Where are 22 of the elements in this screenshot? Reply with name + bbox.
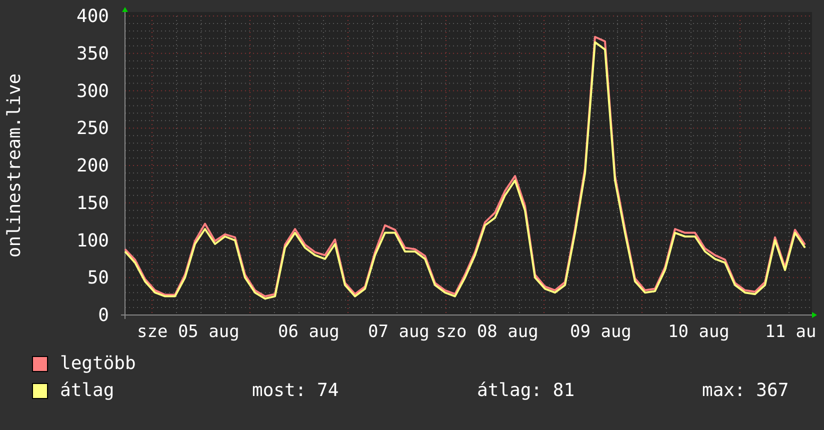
y-tick-label: 50	[87, 268, 109, 289]
stat-text: átlag: 81	[477, 380, 576, 401]
x-tick-label: 06 aug	[278, 322, 340, 342]
x-tick-label: sze 05 aug	[137, 322, 240, 342]
y-tick-label: 200	[76, 156, 109, 176]
stat-text: most: 74	[252, 380, 340, 401]
legend-label: átlag	[60, 380, 116, 401]
x-tick-label: 10 aug	[668, 322, 730, 342]
x-tick-label: 11 au	[765, 322, 816, 342]
y-tick-label: 100	[76, 230, 109, 252]
x-tick-label: szo 08 aug	[436, 322, 538, 342]
y-tick-label: 350	[76, 43, 109, 64]
stat-text: max: 367	[702, 380, 789, 401]
y-tick-label: 400	[76, 6, 109, 27]
x-tick-label: 09 aug	[570, 322, 632, 342]
y-tick-label: 300	[76, 80, 109, 102]
y-tick-label: 0	[98, 305, 109, 326]
x-tick-label: 07 aug	[368, 322, 430, 342]
y-tick-label: 150	[76, 192, 109, 214]
y-tick-label: 250	[76, 118, 109, 140]
legend-label: legtöbb	[60, 353, 136, 374]
y-axis-title: onlinestream.live	[4, 73, 25, 258]
